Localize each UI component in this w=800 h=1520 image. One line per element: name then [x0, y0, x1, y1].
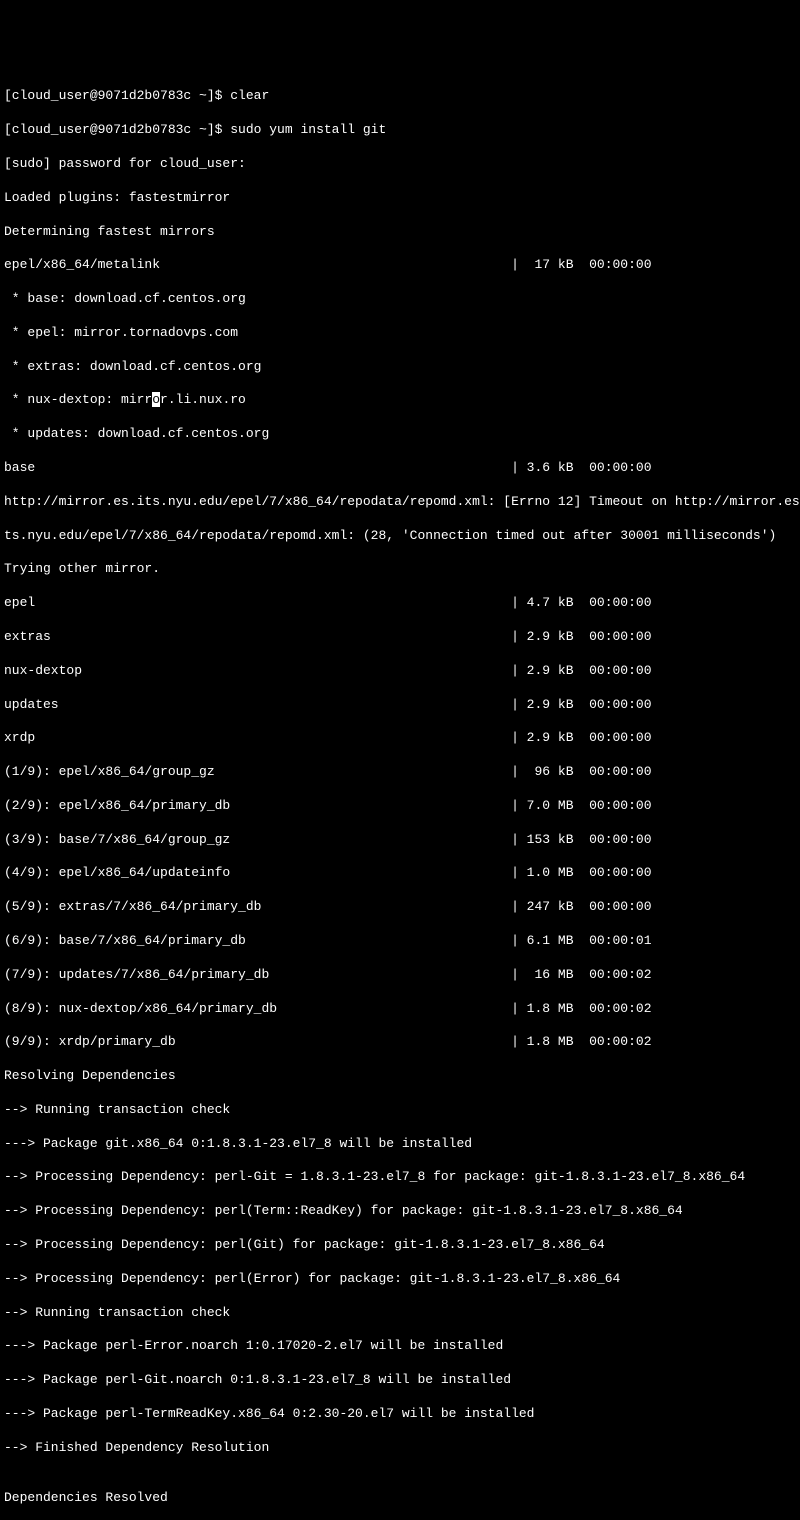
dependency-line: --> Processing Dependency: perl(Term::Re… [4, 1203, 796, 1220]
download-progress: (9/9): xrdp/primary_db | 1.8 MB 00:00:02 [4, 1034, 796, 1051]
download-progress: (4/9): epel/x86_64/updateinfo | 1.0 MB 0… [4, 865, 796, 882]
terminal-output[interactable]: [cloud_user@9071d2b0783c ~]$ clear [clou… [4, 72, 796, 1520]
prompt-line-1: [cloud_user@9071d2b0783c ~]$ clear [4, 88, 796, 105]
output-line: Loaded plugins: fastestmirror [4, 190, 796, 207]
repo-nux-dextop: nux-dextop | 2.9 kB 00:00:00 [4, 663, 796, 680]
output-line: Trying other mirror. [4, 561, 796, 578]
package-git: ---> Package git.x86_64 0:1.8.3.1-23.el7… [4, 1136, 796, 1153]
repo-epel: epel | 4.7 kB 00:00:00 [4, 595, 796, 612]
repo-updates: updates | 2.9 kB 00:00:00 [4, 697, 796, 714]
command-clear: clear [230, 88, 269, 103]
download-progress: (1/9): epel/x86_64/group_gz | 96 kB 00:0… [4, 764, 796, 781]
dependency-line: --> Processing Dependency: perl(Git) for… [4, 1237, 796, 1254]
mirror-nux-dextop: * nux-dextop: mirror.li.nux.ro [4, 392, 796, 409]
download-progress: (6/9): base/7/x86_64/primary_db | 6.1 MB… [4, 933, 796, 950]
repo-xrdp: xrdp | 2.9 kB 00:00:00 [4, 730, 796, 747]
finished-deps: --> Finished Dependency Resolution [4, 1440, 796, 1457]
mirror-epel: * epel: mirror.tornadovps.com [4, 325, 796, 342]
dependency-line: --> Processing Dependency: perl(Error) f… [4, 1271, 796, 1288]
shell-prompt: [cloud_user@9071d2b0783c ~]$ [4, 122, 230, 137]
error-line: http://mirror.es.its.nyu.edu/epel/7/x86_… [4, 494, 796, 511]
mirror-updates: * updates: download.cf.centos.org [4, 426, 796, 443]
transaction-check: --> Running transaction check [4, 1305, 796, 1322]
download-progress: (3/9): base/7/x86_64/group_gz | 153 kB 0… [4, 832, 796, 849]
package-perl-termreadkey: ---> Package perl-TermReadKey.x86_64 0:2… [4, 1406, 796, 1423]
download-progress: (5/9): extras/7/x86_64/primary_db | 247 … [4, 899, 796, 916]
package-perl-error: ---> Package perl-Error.noarch 1:0.17020… [4, 1338, 796, 1355]
shell-prompt: [cloud_user@9071d2b0783c ~]$ [4, 88, 230, 103]
output-line: Determining fastest mirrors [4, 224, 796, 241]
download-progress: (2/9): epel/x86_64/primary_db | 7.0 MB 0… [4, 798, 796, 815]
download-progress: (8/9): nux-dextop/x86_64/primary_db | 1.… [4, 1001, 796, 1018]
prompt-line-2: [cloud_user@9071d2b0783c ~]$ sudo yum in… [4, 122, 796, 139]
dependency-line: --> Processing Dependency: perl-Git = 1.… [4, 1169, 796, 1186]
resolving-deps: Resolving Dependencies [4, 1068, 796, 1085]
sudo-password-prompt: [sudo] password for cloud_user: [4, 156, 796, 173]
mirror-base: * base: download.cf.centos.org [4, 291, 796, 308]
repo-extras: extras | 2.9 kB 00:00:00 [4, 629, 796, 646]
deps-resolved: Dependencies Resolved [4, 1490, 796, 1507]
command-yum-install: sudo yum install git [230, 122, 386, 137]
transaction-check: --> Running transaction check [4, 1102, 796, 1119]
cursor-highlight: o [152, 392, 160, 407]
package-perl-git: ---> Package perl-Git.noarch 0:1.8.3.1-2… [4, 1372, 796, 1389]
download-progress: (7/9): updates/7/x86_64/primary_db | 16 … [4, 967, 796, 984]
repo-base: base | 3.6 kB 00:00:00 [4, 460, 796, 477]
error-line: ts.nyu.edu/epel/7/x86_64/repodata/repomd… [4, 528, 796, 545]
mirror-extras: * extras: download.cf.centos.org [4, 359, 796, 376]
output-line: epel/x86_64/metalink | 17 kB 00:00:00 [4, 257, 796, 274]
